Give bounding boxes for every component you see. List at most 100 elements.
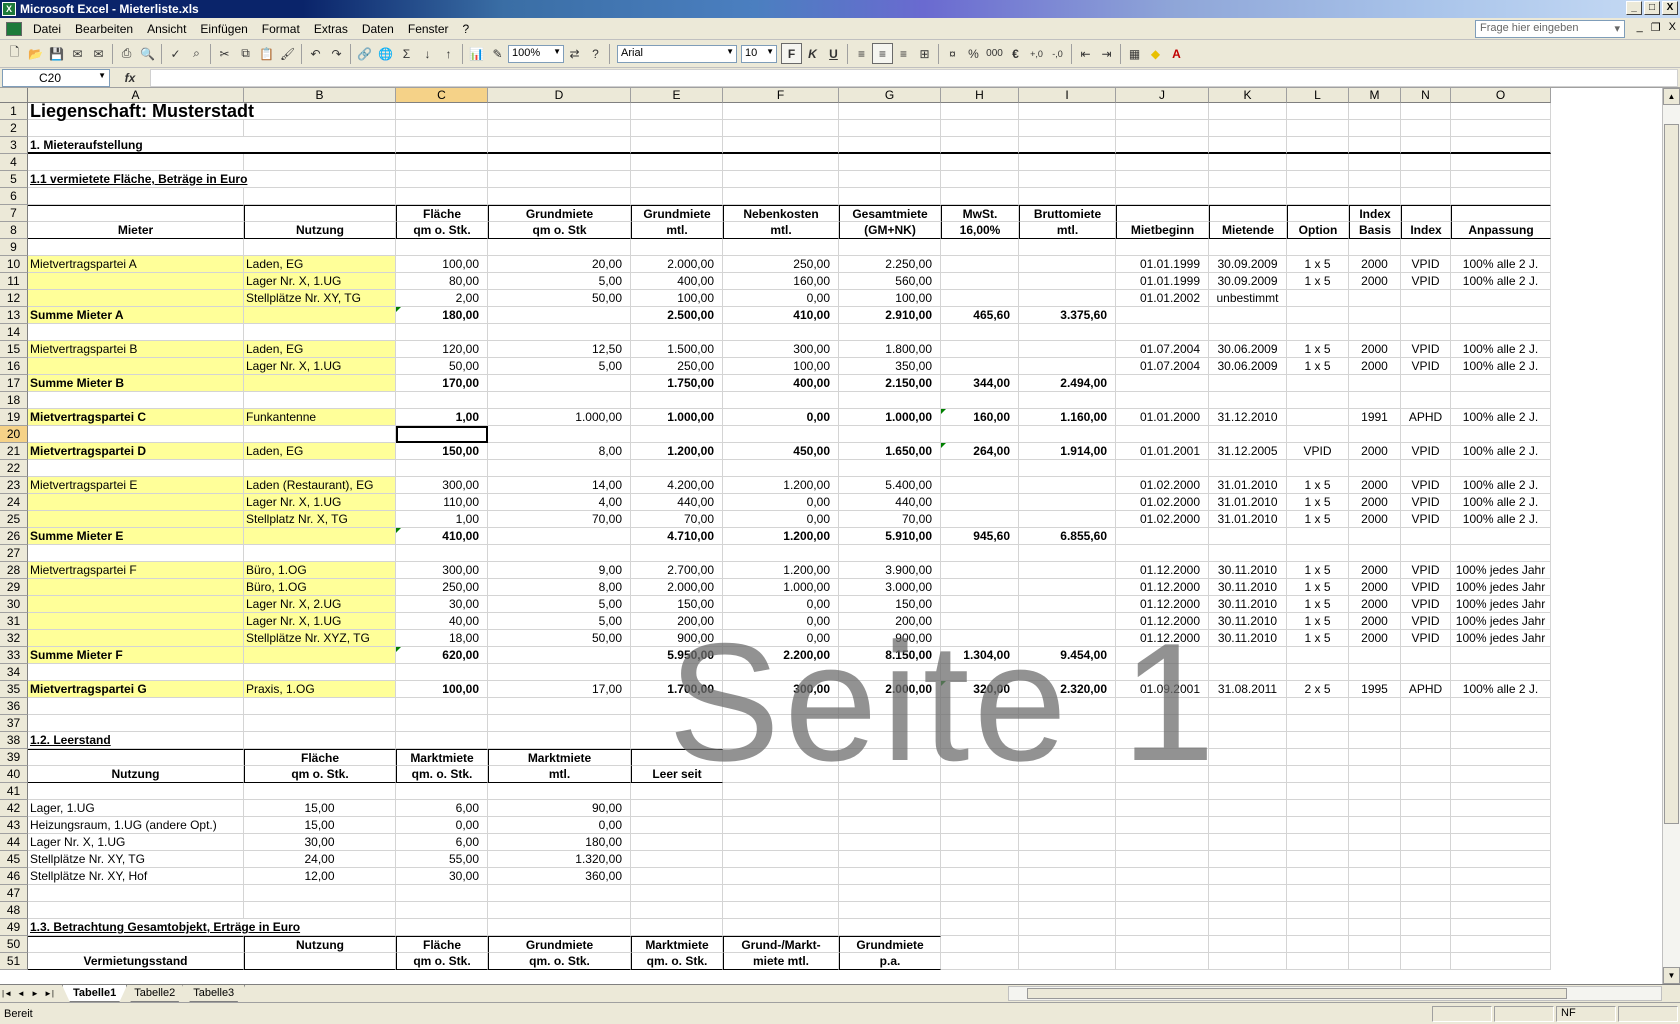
- increase-indent-icon[interactable]: ⇥: [1096, 43, 1117, 64]
- cell-g44[interactable]: [839, 834, 941, 851]
- cell-f26[interactable]: 1.200,00: [723, 528, 839, 545]
- cell-n4[interactable]: [1401, 154, 1451, 171]
- menu-einfuegen[interactable]: Einfügen: [193, 22, 254, 36]
- cell-e46[interactable]: [631, 868, 723, 885]
- cell-n45[interactable]: [1401, 851, 1451, 868]
- cell-o29[interactable]: 100% jedes Jahr: [1451, 579, 1551, 596]
- cell-e5[interactable]: [631, 171, 723, 188]
- redo-icon[interactable]: ↷: [326, 43, 347, 64]
- cell-n25[interactable]: VPID: [1401, 511, 1451, 528]
- cell-j37[interactable]: [1116, 715, 1209, 732]
- cell-h11[interactable]: [941, 273, 1019, 290]
- cell-h13[interactable]: 465,60: [941, 307, 1019, 324]
- row-header-46[interactable]: 46: [0, 868, 28, 885]
- cell-k44[interactable]: [1209, 834, 1287, 851]
- cell-j8[interactable]: Mietbeginn: [1116, 222, 1209, 239]
- cell-c37[interactable]: [396, 715, 488, 732]
- cell-e20[interactable]: [631, 426, 723, 443]
- cell-h37[interactable]: [941, 715, 1019, 732]
- cell-b41[interactable]: [244, 783, 396, 800]
- drawing-icon[interactable]: ✎: [487, 43, 508, 64]
- cell-g42[interactable]: [839, 800, 941, 817]
- cell-i1[interactable]: [1019, 103, 1116, 120]
- cell-o2[interactable]: [1451, 120, 1551, 137]
- bold-button[interactable]: F: [781, 43, 802, 64]
- cell-n21[interactable]: VPID: [1401, 443, 1451, 460]
- cell-o35[interactable]: 100% alle 2 J.: [1451, 681, 1551, 698]
- cell-n38[interactable]: [1401, 732, 1451, 749]
- align-left-icon[interactable]: ≡: [851, 43, 872, 64]
- cell-h29[interactable]: [941, 579, 1019, 596]
- cell-k7[interactable]: [1209, 205, 1287, 222]
- cell-g29[interactable]: 3.000,00: [839, 579, 941, 596]
- web-icon[interactable]: 🌐: [375, 43, 396, 64]
- underline-button[interactable]: U: [823, 43, 844, 64]
- cell-g40[interactable]: [839, 766, 941, 783]
- cell-e16[interactable]: 250,00: [631, 358, 723, 375]
- cell-e29[interactable]: 2.000,00: [631, 579, 723, 596]
- cell-e11[interactable]: 400,00: [631, 273, 723, 290]
- cell-c41[interactable]: [396, 783, 488, 800]
- cell-l33[interactable]: [1287, 647, 1349, 664]
- cell-a49[interactable]: 1.3. Betrachtung Gesamtobjekt, Erträge i…: [28, 919, 396, 936]
- row-header-48[interactable]: 48: [0, 902, 28, 919]
- cell-o42[interactable]: [1451, 800, 1551, 817]
- cell-c38[interactable]: [396, 732, 488, 749]
- cell-i39[interactable]: [1019, 749, 1116, 766]
- excel-app-icon[interactable]: X: [2, 2, 16, 16]
- cell-o16[interactable]: 100% alle 2 J.: [1451, 358, 1551, 375]
- new-file-icon[interactable]: 🗋: [4, 43, 25, 64]
- column-header-j[interactable]: J: [1116, 88, 1209, 103]
- cell-b43[interactable]: 15,00: [244, 817, 396, 834]
- cell-m24[interactable]: 2000: [1349, 494, 1401, 511]
- cell-e12[interactable]: 100,00: [631, 290, 723, 307]
- cell-c20[interactable]: [396, 426, 488, 443]
- cell-n15[interactable]: VPID: [1401, 341, 1451, 358]
- cell-b36[interactable]: [244, 698, 396, 715]
- cell-a3[interactable]: 1. Mieteraufstellung: [28, 137, 396, 154]
- cell-g14[interactable]: [839, 324, 941, 341]
- cell-d29[interactable]: 8,00: [488, 579, 631, 596]
- cell-i22[interactable]: [1019, 460, 1116, 477]
- cell-k11[interactable]: 30.09.2009: [1209, 273, 1287, 290]
- cell-m15[interactable]: 2000: [1349, 341, 1401, 358]
- cell-a24[interactable]: [28, 494, 244, 511]
- cell-b9[interactable]: [244, 239, 396, 256]
- cell-h27[interactable]: [941, 545, 1019, 562]
- cell-n29[interactable]: VPID: [1401, 579, 1451, 596]
- cell-h18[interactable]: [941, 392, 1019, 409]
- cell-m35[interactable]: 1995: [1349, 681, 1401, 698]
- cell-h15[interactable]: [941, 341, 1019, 358]
- cell-g36[interactable]: [839, 698, 941, 715]
- cell-b48[interactable]: [244, 902, 396, 919]
- cell-a42[interactable]: Lager, 1.UG: [28, 800, 244, 817]
- cell-l23[interactable]: 1 x 5: [1287, 477, 1349, 494]
- cell-i27[interactable]: [1019, 545, 1116, 562]
- cut-icon[interactable]: ✂: [214, 43, 235, 64]
- permission-icon[interactable]: ✉: [67, 43, 88, 64]
- chevron-down-icon[interactable]: ▼: [726, 47, 734, 56]
- cell-a33[interactable]: Summe Mieter F: [28, 647, 244, 664]
- cell-d8[interactable]: qm o. Stk: [488, 222, 631, 239]
- cell-d28[interactable]: 9,00: [488, 562, 631, 579]
- horizontal-scrollbar[interactable]: [1008, 986, 1662, 1001]
- cell-d24[interactable]: 4,00: [488, 494, 631, 511]
- cell-o33[interactable]: [1451, 647, 1551, 664]
- cell-l36[interactable]: [1287, 698, 1349, 715]
- cell-e6[interactable]: [631, 188, 723, 205]
- cell-c18[interactable]: [396, 392, 488, 409]
- cell-f28[interactable]: 1.200,00: [723, 562, 839, 579]
- cell-d23[interactable]: 14,00: [488, 477, 631, 494]
- horizontal-scroll-thumb[interactable]: [1027, 988, 1567, 999]
- cell-b17[interactable]: [244, 375, 396, 392]
- cell-l15[interactable]: 1 x 5: [1287, 341, 1349, 358]
- workbook-minimize-button[interactable]: _: [1637, 21, 1643, 34]
- cell-d13[interactable]: [488, 307, 631, 324]
- cell-j41[interactable]: [1116, 783, 1209, 800]
- cell-m12[interactable]: [1349, 290, 1401, 307]
- euro-button[interactable]: €: [1005, 43, 1026, 64]
- workbook-close-button[interactable]: X: [1669, 21, 1676, 34]
- cell-f11[interactable]: 160,00: [723, 273, 839, 290]
- cell-o25[interactable]: 100% alle 2 J.: [1451, 511, 1551, 528]
- cell-f33[interactable]: 2.200,00: [723, 647, 839, 664]
